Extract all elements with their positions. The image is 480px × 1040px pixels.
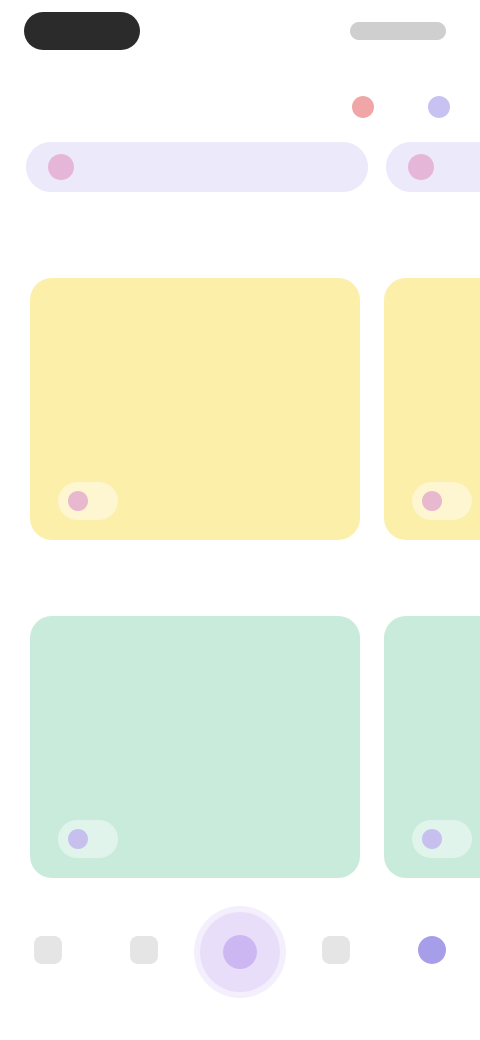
section-heading (26, 570, 226, 594)
tag-icon (68, 829, 88, 849)
category-icon (408, 154, 434, 180)
explore-icon (130, 936, 158, 964)
content-card[interactable] (384, 616, 480, 878)
section-heading (26, 228, 226, 252)
bookmark-icon (322, 936, 350, 964)
tag-icon (422, 491, 442, 511)
bottom-nav (0, 900, 480, 1040)
category-icon (48, 154, 74, 180)
category-chip[interactable] (26, 142, 368, 192)
content-card[interactable] (384, 278, 480, 540)
nav-item-home[interactable] (8, 936, 88, 1006)
plus-icon (223, 935, 257, 969)
category-chip[interactable] (386, 142, 480, 192)
tag-icon (68, 491, 88, 511)
card-tag[interactable] (58, 482, 118, 520)
nav-item-profile[interactable] (392, 936, 472, 1006)
see-all-link[interactable] (382, 570, 462, 592)
app-screen (0, 0, 480, 1040)
content-card[interactable] (30, 616, 360, 878)
profile-nav-icon (418, 936, 446, 964)
card-carousel[interactable] (0, 616, 480, 878)
card-tag[interactable] (412, 820, 472, 858)
page-title (26, 82, 146, 108)
create-button[interactable] (200, 912, 280, 992)
status-time-pill (24, 12, 140, 50)
nav-item-explore[interactable] (104, 936, 184, 1006)
category-chip-row (0, 136, 480, 200)
nav-item-saved[interactable] (296, 936, 376, 1006)
card-tag[interactable] (412, 482, 472, 520)
profile-icon[interactable] (428, 96, 450, 118)
see-all-link[interactable] (382, 228, 462, 250)
card-tag[interactable] (58, 820, 118, 858)
status-indicators (350, 22, 446, 40)
content-card[interactable] (30, 278, 360, 540)
home-icon (34, 936, 62, 964)
tag-icon (422, 829, 442, 849)
status-bar (0, 0, 480, 62)
notification-icon[interactable] (352, 96, 374, 118)
card-carousel[interactable] (0, 278, 480, 540)
